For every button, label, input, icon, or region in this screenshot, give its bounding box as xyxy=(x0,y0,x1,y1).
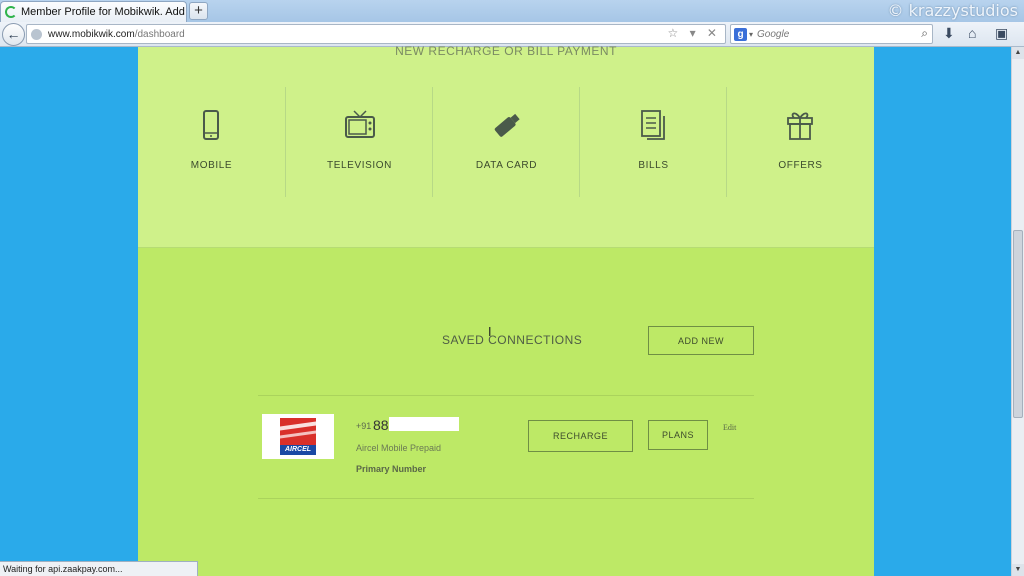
search-input[interactable]: Google xyxy=(757,29,789,40)
data-card-icon xyxy=(494,113,520,137)
new-tab-button[interactable]: + xyxy=(189,2,208,20)
browser-tab-active[interactable]: Member Profile for Mobikwik. Add new ... xyxy=(0,1,187,22)
address-bar[interactable]: www.mobikwik.com/dashboard ☆ ▾ ✕ xyxy=(26,24,726,44)
recharge-heading: NEW RECHARGE OR BILL PAYMENT xyxy=(395,44,617,58)
operator-logo: AIRCEL xyxy=(262,414,334,459)
operator-name: Aircel Mobile Prepaid xyxy=(356,443,442,453)
menu-icon[interactable]: ▣ xyxy=(995,25,1008,42)
service-label: MOBILE xyxy=(190,160,233,171)
service-television[interactable]: TELEVISION xyxy=(285,87,432,197)
television-icon xyxy=(345,110,375,138)
page-viewport: NEW RECHARGE OR BILL PAYMENT MOBILE TELE… xyxy=(0,44,1011,576)
aircel-logo: AIRCEL xyxy=(280,418,316,455)
country-code: +91 xyxy=(356,421,372,431)
tab-bar: Member Profile for Mobikwik. Add new ...… xyxy=(0,0,1024,22)
recharge-button[interactable]: RECHARGE xyxy=(528,420,633,452)
service-label: BILLS xyxy=(638,160,669,171)
service-data-card[interactable]: DATA CARD xyxy=(432,87,579,197)
phone-number: 88 xyxy=(373,417,389,433)
scrollbar-thumb[interactable] xyxy=(1013,230,1023,418)
google-engine-icon[interactable]: g xyxy=(734,27,747,41)
text-cursor-icon: I xyxy=(488,325,492,339)
service-bills[interactable]: BILLS xyxy=(579,87,726,197)
divider xyxy=(258,498,754,499)
site-identity-icon[interactable] xyxy=(31,28,42,40)
vertical-scrollbar[interactable]: ▲ ▼ xyxy=(1011,47,1024,576)
divider xyxy=(258,395,754,396)
download-icon[interactable]: ⬇ xyxy=(943,25,955,42)
gift-icon xyxy=(787,112,813,140)
search-icon[interactable]: ⌕ xyxy=(921,26,928,41)
search-bar[interactable]: g ▾ Google ⌕ xyxy=(730,24,933,44)
back-button[interactable]: ← xyxy=(2,23,25,46)
loading-spinner-icon xyxy=(5,6,17,18)
scroll-down-icon[interactable]: ▼ xyxy=(1012,564,1024,576)
service-label: OFFERS xyxy=(778,160,823,171)
url-actions-icons[interactable]: ☆ ▾ ✕ xyxy=(667,26,721,40)
add-new-button[interactable]: ADD NEW xyxy=(648,326,754,355)
mobile-icon xyxy=(203,110,219,140)
tab-title: Member Profile for Mobikwik. Add new ... xyxy=(21,6,186,18)
dashboard-content: NEW RECHARGE OR BILL PAYMENT MOBILE TELE… xyxy=(138,44,874,576)
saved-connections-title: SAVED CONNECTIONS xyxy=(442,333,583,347)
service-label: DATA CARD xyxy=(475,160,538,171)
watermark: © krazzystudios xyxy=(887,1,1018,20)
url-path: /dashboard xyxy=(134,28,185,40)
primary-number-tag: Primary Number xyxy=(356,464,427,474)
scroll-up-icon[interactable]: ▲ xyxy=(1012,47,1024,59)
service-label: TELEVISION xyxy=(327,160,392,171)
recharge-panel: NEW RECHARGE OR BILL PAYMENT MOBILE TELE… xyxy=(138,44,874,248)
redacted-number xyxy=(389,417,459,431)
url-host: www.mobikwik.com xyxy=(48,28,135,40)
aircel-logo-text: AIRCEL xyxy=(280,445,316,455)
home-icon[interactable]: ⌂ xyxy=(968,25,976,41)
service-mobile[interactable]: MOBILE xyxy=(138,87,285,197)
status-bar: Waiting for api.zaakpay.com... xyxy=(0,561,198,576)
edit-link[interactable]: Edit xyxy=(723,423,736,432)
service-offers[interactable]: OFFERS xyxy=(726,87,873,197)
bills-icon xyxy=(641,110,665,140)
plans-button[interactable]: PLANS xyxy=(648,420,708,450)
chevron-down-icon[interactable]: ▾ xyxy=(749,30,753,39)
